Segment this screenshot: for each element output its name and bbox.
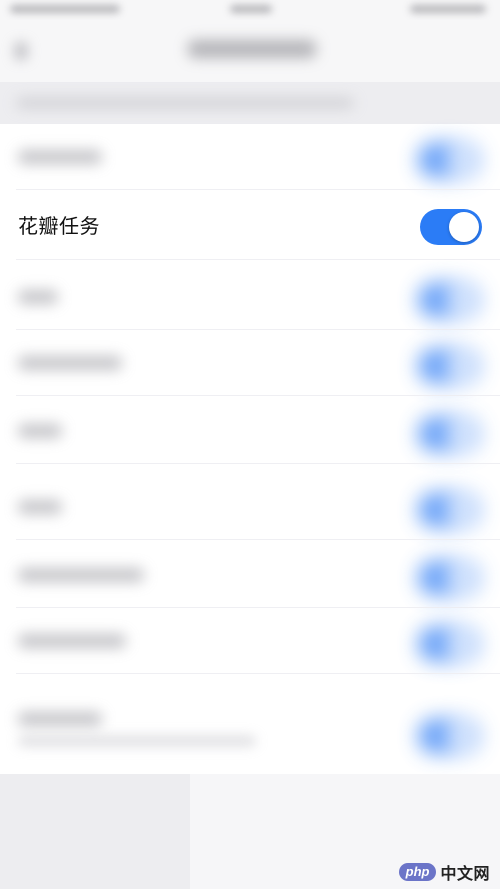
settings-row-label-blurred [18,634,126,648]
toggle-switch-blurred[interactable] [418,142,480,178]
watermark-badge: php [398,863,437,881]
settings-row-label-blurred [18,712,102,726]
settings-row-label-blurred [18,150,102,164]
status-bar [0,0,500,20]
toggle-switch-blurred[interactable] [418,416,480,452]
toggle-switch-blurred[interactable] [418,626,480,662]
toggle-switch-blurred[interactable] [418,282,480,318]
divider [16,189,500,190]
settings-card: 花瓣任务 [0,124,500,774]
navigation-bar [0,20,500,82]
settings-row-blurred[interactable] [0,264,500,330]
page-title-blurred [188,40,316,58]
settings-row-petal-task[interactable]: 花瓣任务 [0,194,500,260]
settings-row-label: 花瓣任务 [18,214,100,238]
toggle-switch-blurred[interactable] [418,560,480,596]
watermark-text: 中文网 [440,866,490,883]
back-icon[interactable] [14,42,28,60]
settings-row-label-blurred [18,500,62,514]
section-hint-text-blurred [16,98,354,108]
toggle-switch-blurred[interactable] [418,492,480,528]
settings-row-blurred[interactable] [0,608,500,674]
toggle-switch-blurred[interactable] [418,718,480,754]
divider [16,673,500,674]
settings-row-label-blurred [18,424,62,438]
settings-row-label-blurred [18,290,58,304]
settings-row-blurred[interactable] [0,690,500,774]
settings-row-blurred[interactable] [0,398,500,464]
divider [16,259,500,260]
divider [16,539,500,540]
divider [16,395,500,396]
section-hint [0,82,500,124]
settings-row-label-blurred [18,356,122,370]
settings-row-label-blurred [18,568,144,582]
settings-row-blurred[interactable] [0,330,500,396]
status-bar-carrier-blur [10,5,120,13]
settings-row-blurred[interactable] [0,474,500,540]
status-bar-battery-blur [410,5,486,13]
settings-row-description-blurred [18,736,256,746]
status-bar-time-blur [230,5,272,13]
toggle-knob [449,212,479,242]
toggle-switch-blurred[interactable] [418,348,480,384]
divider [16,463,500,464]
petal-task-toggle[interactable] [420,209,482,245]
settings-row-blurred[interactable] [0,124,500,190]
settings-row-blurred[interactable] [0,542,500,608]
bottom-area-left [0,774,190,889]
php-cn-logo-icon: php 中文网 [398,862,490,883]
